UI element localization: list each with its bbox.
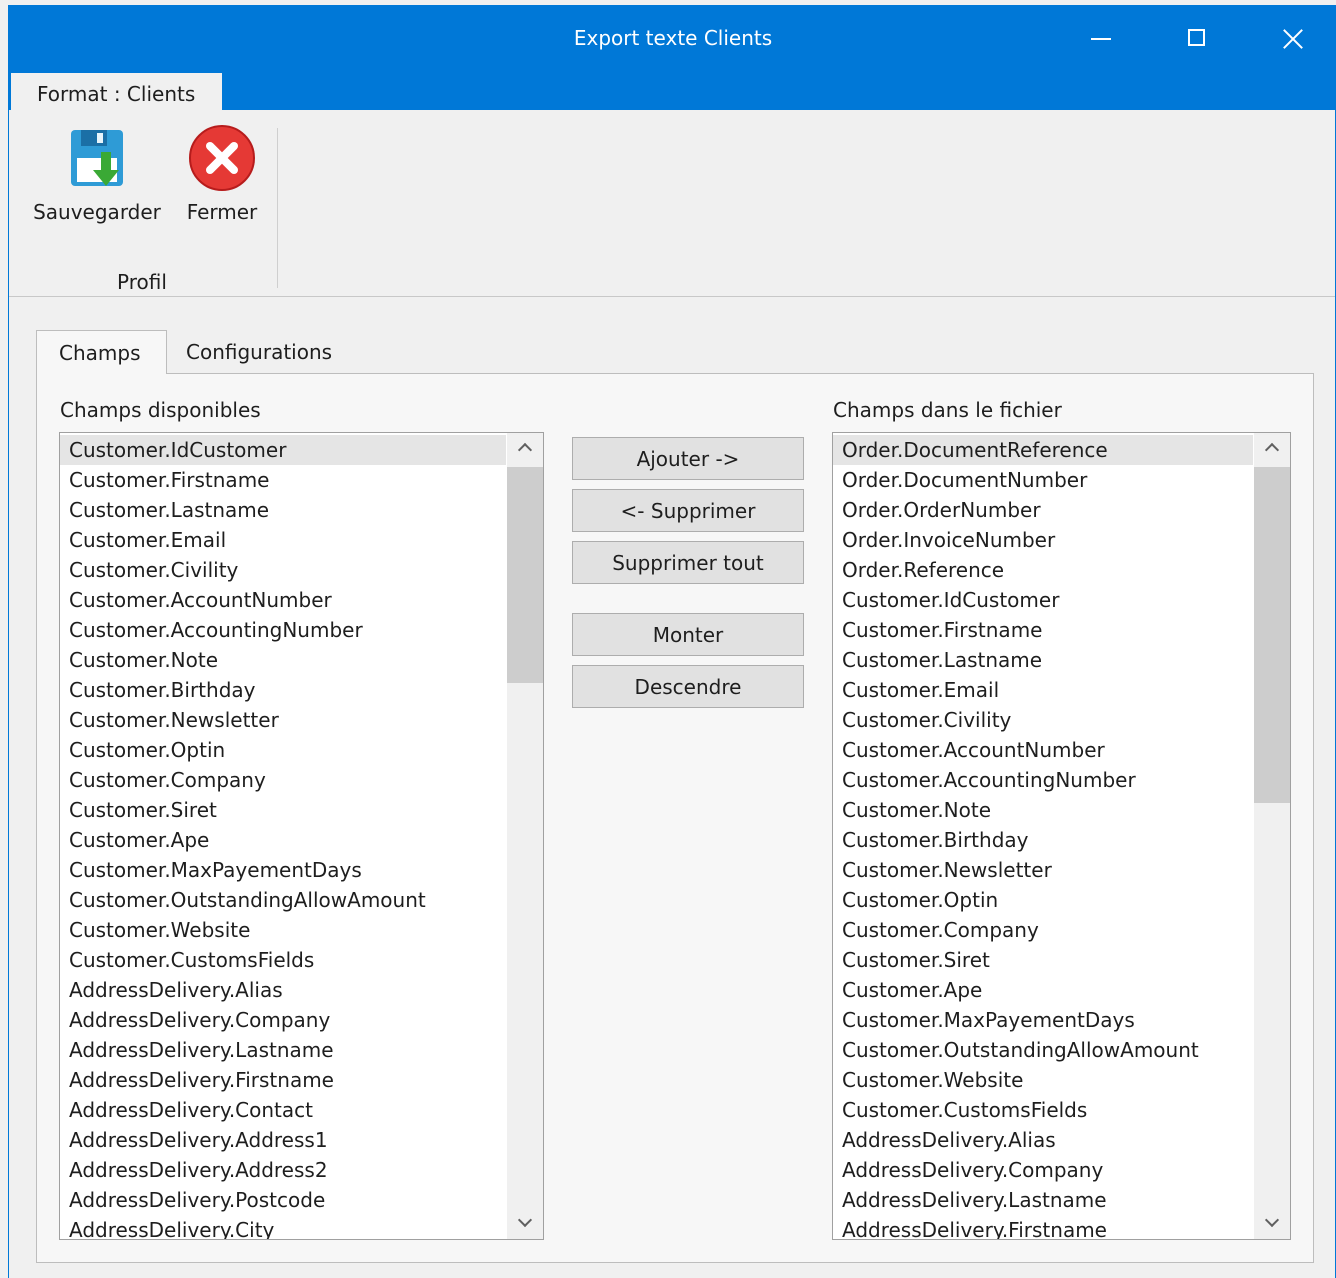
list-item[interactable]: AddressDelivery.Lastname (833, 1185, 1253, 1215)
list-item[interactable]: Customer.Optin (833, 885, 1253, 915)
list-item[interactable]: Customer.AccountingNumber (833, 765, 1253, 795)
close-circle-icon (189, 125, 255, 191)
list-item[interactable]: Customer.Optin (60, 735, 506, 765)
list-item[interactable]: Customer.Website (60, 915, 506, 945)
file-fields-label: Champs dans le fichier (833, 398, 1062, 422)
move-up-button[interactable]: Monter (572, 613, 804, 656)
available-fields-label: Champs disponibles (60, 398, 261, 422)
list-item[interactable]: AddressDelivery.Address2 (60, 1155, 506, 1185)
list-item[interactable]: Customer.AccountingNumber (60, 615, 506, 645)
list-item[interactable]: Customer.Birthday (833, 825, 1253, 855)
list-item[interactable]: Order.Reference (833, 555, 1253, 585)
close-button[interactable]: Fermer (181, 122, 263, 224)
list-item[interactable]: Order.InvoiceNumber (833, 525, 1253, 555)
list-item[interactable]: AddressDelivery.Lastname (60, 1035, 506, 1065)
tab-configurations[interactable]: Configurations (186, 340, 332, 364)
list-item[interactable]: Customer.CustomsFields (833, 1095, 1253, 1125)
scroll-up-icon[interactable] (507, 433, 543, 463)
list-item[interactable]: Customer.IdCustomer (60, 435, 506, 465)
list-item[interactable]: Customer.Lastname (60, 495, 506, 525)
list-item[interactable]: AddressDelivery.Firstname (60, 1065, 506, 1095)
list-item[interactable]: AddressDelivery.Firstname (833, 1215, 1253, 1239)
save-icon (71, 130, 123, 186)
list-item[interactable]: Customer.Email (833, 675, 1253, 705)
export-window: Export texte Clients Format : Clients Sa… (8, 5, 1336, 1278)
scroll-thumb[interactable] (1254, 467, 1290, 803)
list-item[interactable]: Order.DocumentReference (833, 435, 1253, 465)
list-item[interactable]: Customer.Siret (60, 795, 506, 825)
add-button[interactable]: Ajouter -> (572, 437, 804, 480)
list-item[interactable]: Customer.Civility (833, 705, 1253, 735)
list-item[interactable]: AddressDelivery.Address1 (60, 1125, 506, 1155)
list-item[interactable]: Customer.Company (60, 765, 506, 795)
list-item[interactable]: Customer.Firstname (60, 465, 506, 495)
group-label-profil: Profil (117, 270, 167, 294)
list-item[interactable]: Customer.MaxPayementDays (60, 855, 506, 885)
save-label: Sauvegarder (33, 200, 161, 224)
list-item[interactable]: Customer.Ape (60, 825, 506, 855)
list-item[interactable]: AddressDelivery.Alias (833, 1125, 1253, 1155)
list-item[interactable]: Customer.AccountNumber (60, 585, 506, 615)
save-button[interactable]: Sauvegarder (29, 122, 165, 224)
list-item[interactable]: Customer.Website (833, 1065, 1253, 1095)
list-item[interactable]: Customer.Birthday (60, 675, 506, 705)
scroll-down-icon[interactable] (1254, 1209, 1290, 1239)
close-label: Fermer (186, 200, 258, 224)
scroll-thumb[interactable] (507, 467, 543, 683)
list-item[interactable]: AddressDelivery.Postcode (60, 1185, 506, 1215)
ribbon-tab-format[interactable]: Format : Clients (11, 73, 222, 111)
list-item[interactable]: Customer.Firstname (833, 615, 1253, 645)
list-item[interactable]: Customer.Newsletter (833, 855, 1253, 885)
list-item[interactable]: Customer.Note (833, 795, 1253, 825)
list-item[interactable]: Customer.Company (833, 915, 1253, 945)
list-item[interactable]: Customer.MaxPayementDays (833, 1005, 1253, 1035)
remove-all-button[interactable]: Supprimer tout (572, 541, 804, 584)
list-item[interactable]: Customer.AccountNumber (833, 735, 1253, 765)
move-down-button[interactable]: Descendre (572, 665, 804, 708)
list-item[interactable]: Customer.OutstandingAllowAmount (60, 885, 506, 915)
list-item[interactable]: AddressDelivery.Company (833, 1155, 1253, 1185)
maximize-icon[interactable] (1179, 21, 1215, 57)
list-item[interactable]: Customer.Email (60, 525, 506, 555)
list-item[interactable]: Customer.Ape (833, 975, 1253, 1005)
list-item[interactable]: Customer.CustomsFields (60, 945, 506, 975)
list-item[interactable]: Customer.Note (60, 645, 506, 675)
available-scrollbar[interactable] (507, 433, 543, 1239)
list-item[interactable]: AddressDelivery.Company (60, 1005, 506, 1035)
list-item[interactable]: Order.DocumentNumber (833, 465, 1253, 495)
ribbon: Sauvegarder Fermer Profil (9, 110, 1335, 297)
list-item[interactable]: Customer.Lastname (833, 645, 1253, 675)
list-item[interactable]: Order.OrderNumber (833, 495, 1253, 525)
tab-champs[interactable]: Champs (36, 330, 167, 374)
list-item[interactable]: Customer.Siret (833, 945, 1253, 975)
file-scrollbar[interactable] (1254, 433, 1290, 1239)
minimize-icon[interactable] (1083, 21, 1119, 57)
list-item[interactable]: Customer.Civility (60, 555, 506, 585)
list-item[interactable]: AddressDelivery.Alias (60, 975, 506, 1005)
list-item[interactable]: AddressDelivery.Contact (60, 1095, 506, 1125)
list-item[interactable]: AddressDelivery.City (60, 1215, 506, 1239)
scroll-down-icon[interactable] (507, 1209, 543, 1239)
file-fields-list[interactable]: Order.DocumentReference Order.DocumentNum… (832, 432, 1291, 1240)
list-item[interactable]: Customer.OutstandingAllowAmount (833, 1035, 1253, 1065)
list-item[interactable]: Customer.IdCustomer (833, 585, 1253, 615)
window-title: Export texte Clients (573, 26, 773, 50)
scroll-up-icon[interactable] (1254, 433, 1290, 463)
close-icon[interactable] (1275, 21, 1311, 57)
available-fields-list[interactable]: Customer.IdCustomer Customer.Firstname Cus… (59, 432, 544, 1240)
remove-button[interactable]: <- Supprimer (572, 489, 804, 532)
file-fields-items: Order.DocumentReference Order.DocumentNum… (833, 435, 1253, 1239)
list-item[interactable]: Customer.Newsletter (60, 705, 506, 735)
available-fields-items: Customer.IdCustomer Customer.Firstname Cus… (60, 435, 506, 1239)
group-separator (277, 128, 278, 288)
